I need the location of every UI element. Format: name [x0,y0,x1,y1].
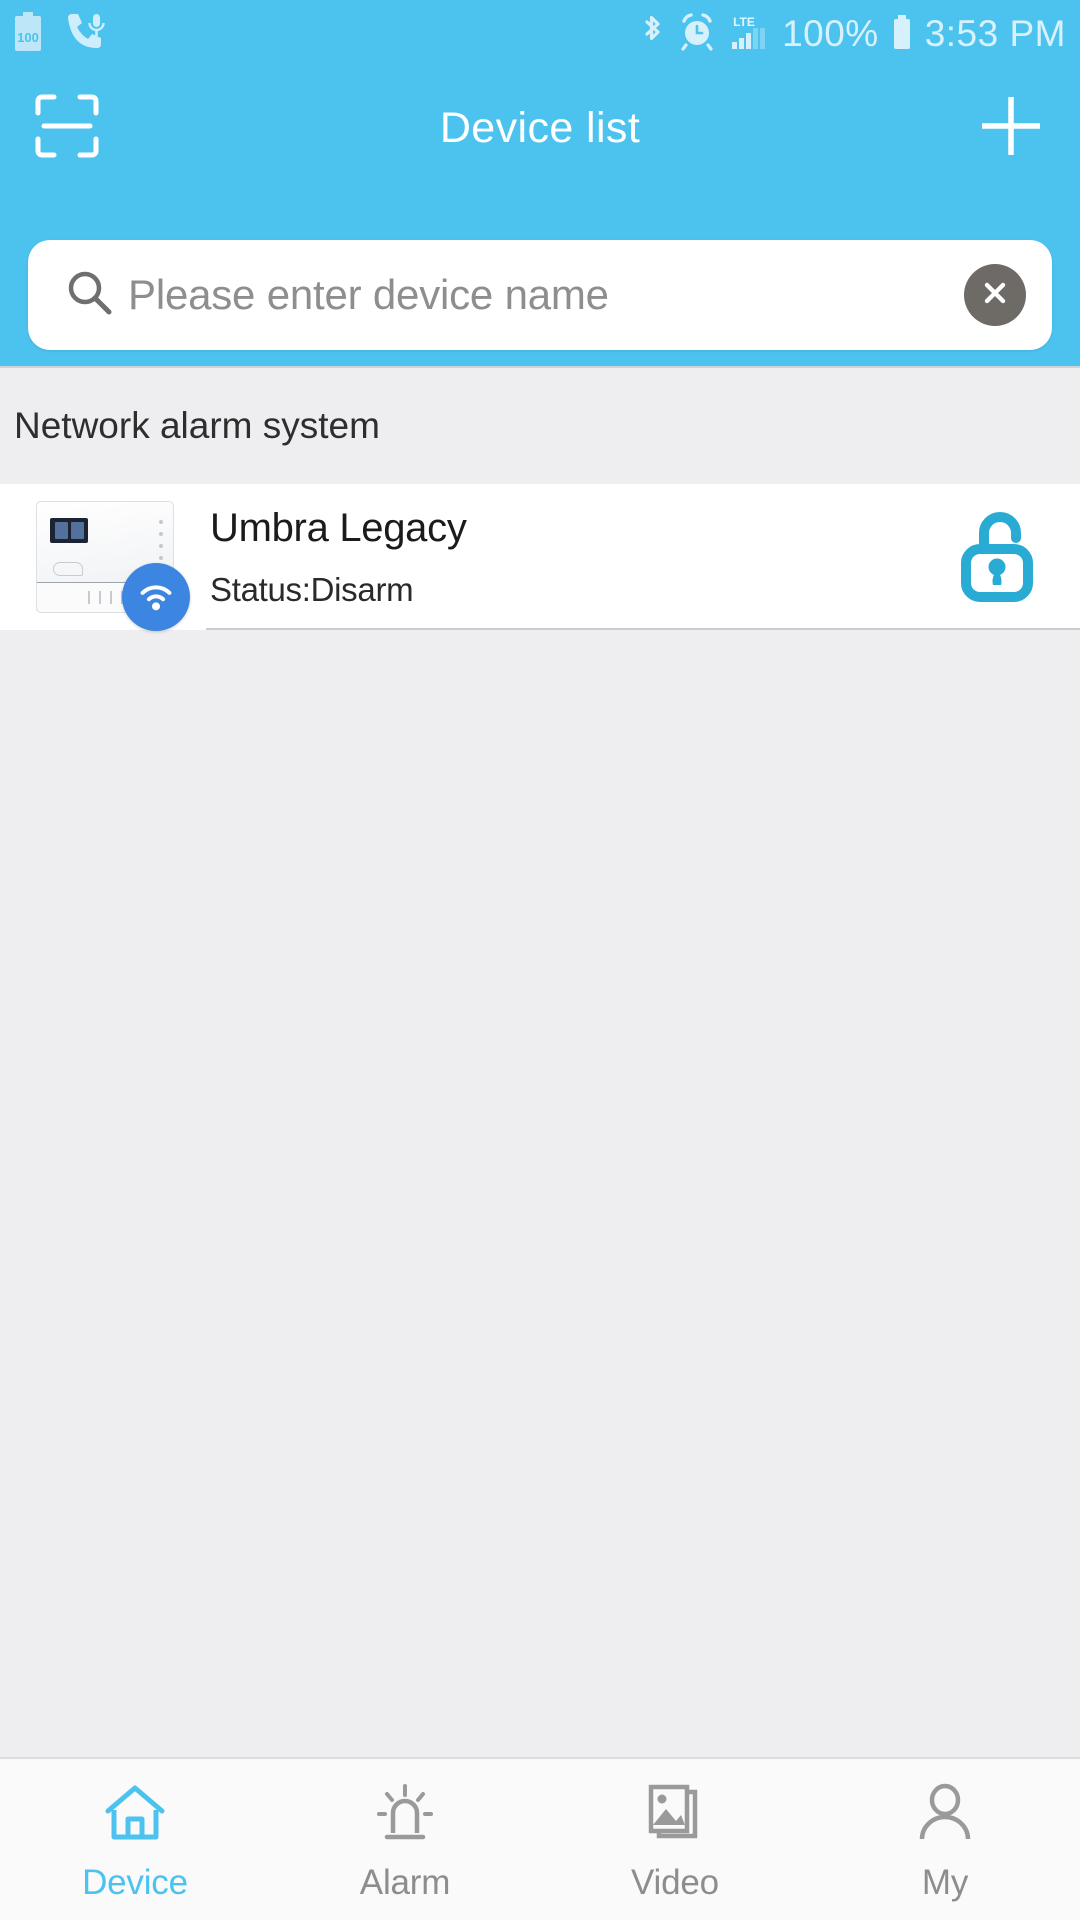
alarm-clock-icon [678,12,716,57]
tab-alarm[interactable]: Alarm [270,1759,540,1920]
status-bar: 100 LTE 100% 3:53 PM [0,0,1080,68]
section-header-network-alarm-system: Network alarm system [0,366,1080,484]
unlocked-padlock-icon [954,505,1046,610]
close-icon [978,276,1012,315]
page-title: Device list [439,103,641,152]
search-clear-button[interactable] [964,264,1026,326]
add-device-button[interactable] [976,91,1046,166]
tab-device[interactable]: Device [0,1759,270,1920]
arm-disarm-toggle[interactable] [954,505,1046,610]
tab-my[interactable]: My [810,1759,1080,1920]
battery-100-icon: 100 [14,11,42,57]
status-bar-right: LTE 100% 3:53 PM [638,12,1066,57]
device-thumbnail [36,501,190,631]
device-list-item[interactable]: Umbra Legacy Status:Disarm [0,484,1080,631]
plus-icon [976,91,1046,166]
bottom-tabbar: Device Alarm Video My [0,1757,1080,1920]
phone-mic-icon [64,12,108,57]
photos-icon [643,1777,707,1843]
search-icon [64,267,116,324]
tab-video[interactable]: Video [540,1759,810,1920]
qr-scan-button[interactable] [34,93,100,164]
tab-my-label: My [921,1862,969,1902]
tab-alarm-label: Alarm [359,1862,451,1902]
device-name: Umbra Legacy [210,505,467,550]
device-info: Umbra Legacy Status:Disarm [210,506,954,609]
panel-status-leds [159,520,163,560]
lte-signal-icon: LTE [728,12,770,57]
svg-text:LTE: LTE [733,15,755,29]
svg-text:100: 100 [17,30,39,45]
battery-percent-label: 100% [782,13,879,54]
app-root: 100 LTE 100% 3:53 PM Device list Please … [0,0,1080,1920]
app-header: Device list [0,68,1080,188]
clock-label: 3:53 PM [924,13,1066,54]
panel-display [50,518,88,543]
battery-icon [891,12,913,57]
search-input[interactable]: Please enter device name [128,271,964,319]
search-area: Please enter device name [0,188,1080,366]
siren-icon [373,1777,437,1843]
device-list-content: Network alarm system Umbra Legacy Status… [0,366,1080,1757]
wifi-badge [122,563,190,631]
device-status: Status:Disarm [210,570,414,608]
home-icon [103,1777,167,1843]
tab-video-label: Video [631,1862,719,1902]
person-icon [913,1777,977,1843]
status-bar-left: 100 [14,11,108,57]
bluetooth-icon [638,12,666,57]
panel-brand-mark [53,562,83,576]
search-box[interactable]: Please enter device name [28,240,1052,350]
wifi-icon [134,573,178,622]
tab-device-label: Device [82,1862,188,1902]
qr-scan-icon [34,93,100,164]
